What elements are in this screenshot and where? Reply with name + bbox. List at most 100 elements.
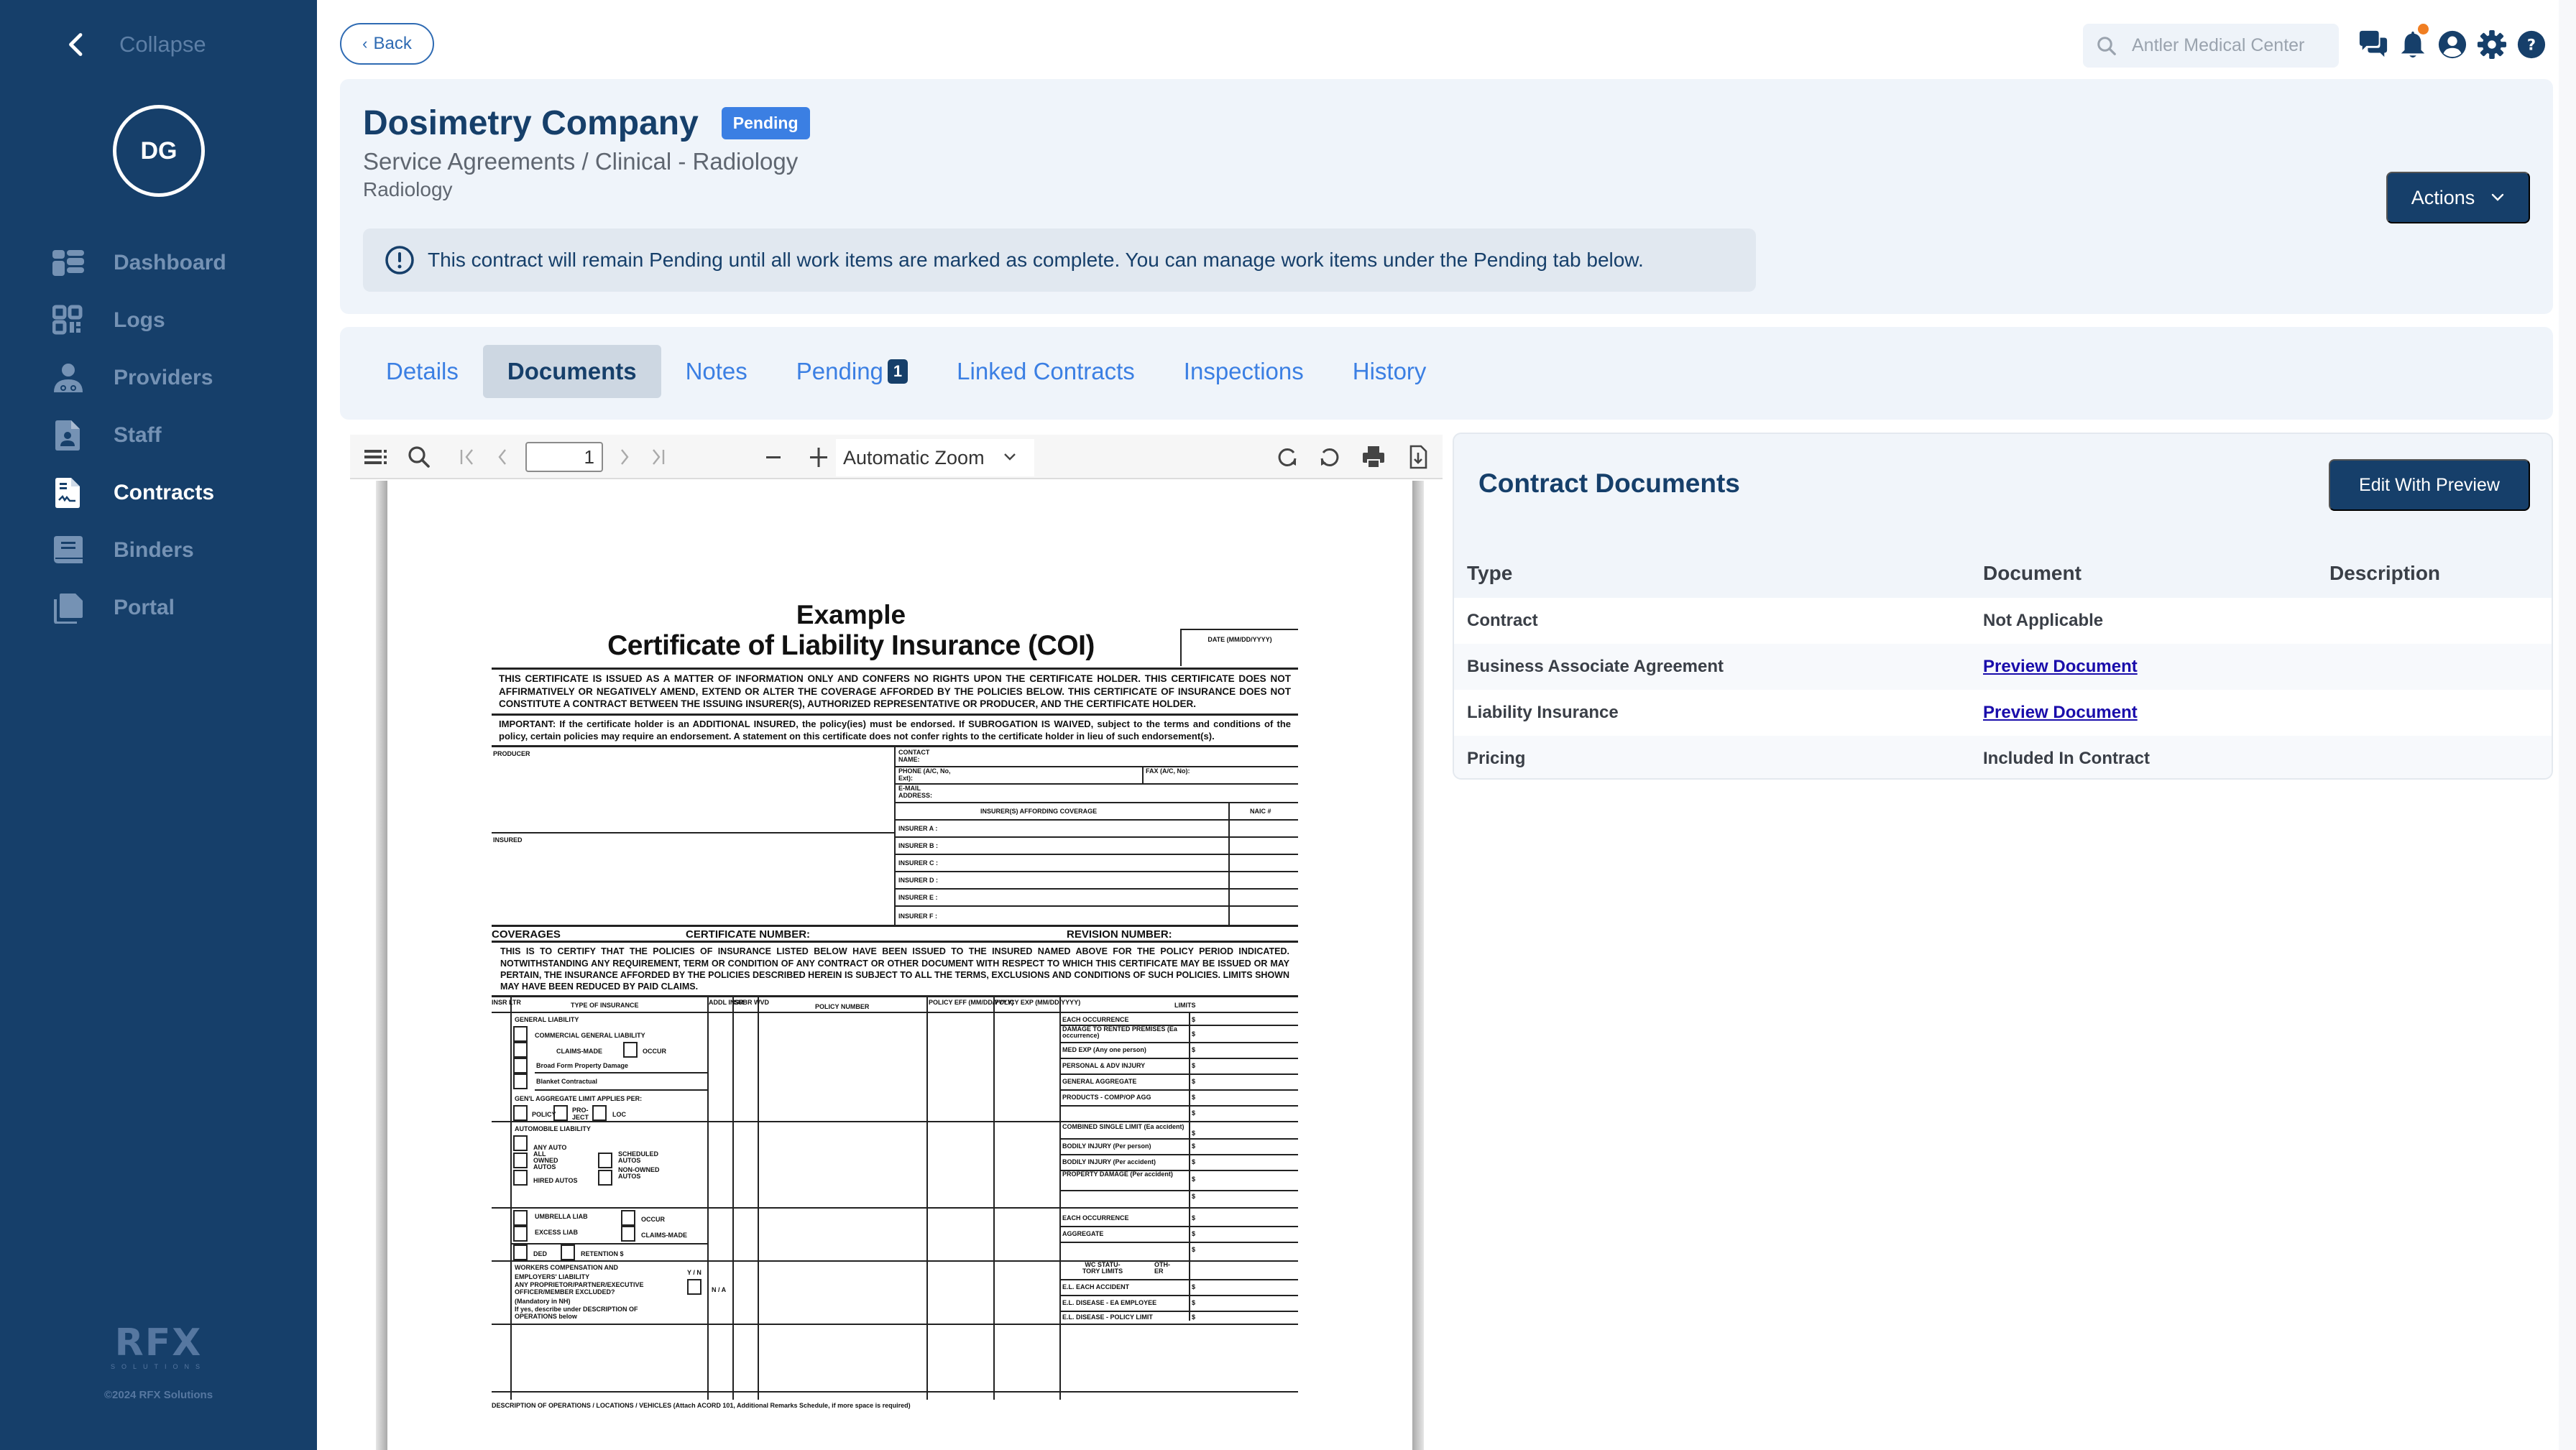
preview-document-link[interactable]: Preview Document [1983, 703, 2138, 722]
sidebar-item-contracts[interactable]: Contracts [52, 464, 310, 522]
user-circle-icon[interactable] [2437, 29, 2468, 60]
edit-with-preview-button[interactable]: Edit With Preview [2329, 459, 2530, 511]
cell-document: Included In Contract [1970, 736, 2317, 778]
tab-linked-contracts[interactable]: Linked Contracts [932, 345, 1159, 398]
coverage-option: RETENTION $ [581, 1250, 624, 1258]
currency-symbol: $ [1192, 1130, 1196, 1137]
binder-icon [52, 534, 85, 567]
tab-pending[interactable]: Pending 1 [772, 345, 932, 398]
sidebar-item-binders[interactable]: Binders [52, 522, 310, 579]
avatar[interactable]: DG [113, 105, 205, 197]
coi-parties: PRODUCER INSURED CONTACT NAME: PHONE (A/… [492, 745, 1298, 928]
chat-icon[interactable] [2358, 29, 2389, 60]
general-liability-label: GENERAL LIABILITY [515, 1016, 579, 1024]
page-title: Dosimetry Company [363, 104, 699, 142]
search-box[interactable] [2083, 24, 2339, 68]
th-policy-exp: POLICY EXP (MM/DD/YYYY) [995, 999, 1081, 1007]
limit-label: COMBINED SINGLE LIMIT (Ea accident) [1062, 1123, 1184, 1131]
rfx-logo-subtitle: SOLUTIONS [110, 1363, 206, 1370]
currency-symbol: $ [1192, 1230, 1196, 1238]
th-limits: LIMITS [1174, 1002, 1196, 1010]
collapse-button[interactable]: Collapse [63, 32, 206, 57]
sidebar-item-dashboard[interactable]: Dashboard [52, 234, 310, 292]
back-label: Back [373, 34, 412, 53]
previous-page-icon[interactable] [489, 444, 515, 470]
mandatory-label: (Mandatory in NH) [515, 1298, 571, 1306]
table-row: Business Associate Agreement Preview Doc… [1454, 644, 2552, 690]
currency-symbol: $ [1192, 1142, 1196, 1150]
first-page-icon[interactable] [455, 444, 481, 470]
currency-symbol: $ [1192, 1299, 1196, 1307]
help-icon[interactable]: ? [2516, 29, 2547, 60]
print-icon[interactable] [1361, 444, 1386, 470]
tabs-bar: Details Documents Notes Pending 1 Linked … [340, 327, 2553, 420]
preview-document-link[interactable]: Preview Document [1983, 657, 2138, 676]
revision-number-label: REVISION NUMBER: [1067, 928, 1172, 941]
coi-certify-text: THIS IS TO CERTIFY THAT THE POLICIES OF … [492, 941, 1298, 995]
th-policy-number: POLICY NUMBER [815, 1003, 870, 1011]
bell-icon[interactable] [2397, 24, 2429, 60]
sidebar-item-logs[interactable]: Logs [52, 292, 310, 349]
next-page-icon[interactable] [612, 444, 638, 470]
tab-label: History [1352, 358, 1427, 384]
na-label: N / A [712, 1286, 727, 1294]
last-page-icon[interactable] [645, 444, 671, 470]
pdf-page-container[interactable]: Example Certificate of Liability Insuran… [350, 481, 1443, 1450]
actions-dropdown-button[interactable]: Actions [2386, 172, 2530, 223]
contract-file-icon [52, 476, 85, 509]
sidebar-nav: Dashboard Logs Providers Staff Contracts… [52, 234, 310, 637]
currency-symbol: $ [1192, 1193, 1196, 1201]
back-button[interactable]: ‹ Back [340, 23, 434, 65]
coverage-option: POLICY [532, 1111, 556, 1119]
coi-important: IMPORTANT: If the certificate holder is … [492, 713, 1298, 746]
description-of-operations-label: DESCRIPTION OF OPERATIONS / LOCATIONS / … [492, 1402, 911, 1410]
sidebar-item-providers[interactable]: Providers [52, 349, 310, 407]
tab-documents[interactable]: Documents [482, 345, 661, 398]
limit-label: E.L. DISEASE - POLICY LIMIT [1062, 1313, 1153, 1321]
cell-document: Not Applicable [1970, 598, 2317, 644]
sidebar-item-portal[interactable]: Portal [52, 579, 310, 637]
search-input[interactable] [2132, 35, 2326, 56]
tab-inspections[interactable]: Inspections [1159, 345, 1328, 398]
contract-documents-title: Contract Documents [1478, 468, 1740, 498]
tab-label: Notes [685, 358, 748, 384]
sidebar-item-staff[interactable]: Staff [52, 407, 310, 464]
limit-label: BODILY INJURY (Per person) [1062, 1142, 1151, 1150]
email-label: E-MAIL ADDRESS: [898, 785, 933, 800]
sidebar-item-label: Portal [114, 596, 175, 619]
zoom-select[interactable]: Automatic Zoom [836, 439, 1034, 476]
insurer-row: INSURER C : [898, 859, 939, 867]
sidebar-toggle-icon[interactable] [363, 444, 389, 470]
download-icon[interactable] [1405, 444, 1431, 470]
sidebar-item-label: Logs [114, 308, 165, 332]
zoom-out-icon[interactable] [760, 444, 786, 470]
alert-circle-icon [385, 246, 414, 274]
currency-symbol: $ [1192, 1078, 1196, 1086]
pending-count-badge: 1 [887, 359, 908, 384]
tab-history[interactable]: History [1328, 345, 1451, 398]
gear-icon[interactable] [2476, 29, 2508, 60]
tab-details[interactable]: Details [362, 345, 483, 398]
page-number-input[interactable] [525, 442, 603, 472]
coverage-option: PRO-JECT [572, 1107, 589, 1122]
search-icon[interactable] [406, 444, 432, 470]
sidebar-item-label: Staff [114, 423, 162, 447]
limit-label: DAMAGE TO RENTED PREMISES (Ea occurrence… [1062, 1025, 1177, 1040]
status-badge: Pending [721, 107, 810, 139]
coverage-option: HIRED AUTOS [533, 1177, 578, 1185]
tab-notes[interactable]: Notes [661, 345, 772, 398]
contract-header: Dosimetry Company Pending Service Agreem… [340, 79, 2553, 314]
rotate-counterclockwise-icon[interactable] [1317, 444, 1343, 470]
currency-symbol: $ [1192, 1016, 1196, 1024]
limit-label: MED EXP (Any one person) [1062, 1046, 1146, 1054]
currency-symbol: $ [1192, 1030, 1196, 1038]
chevron-down-icon [1004, 453, 1016, 461]
subcategory: Radiology [363, 178, 453, 200]
limit-label: PROPERTY DAMAGE (Per accident) [1062, 1170, 1173, 1178]
coverage-option: OCCUR [643, 1048, 666, 1056]
zoom-in-icon[interactable] [806, 444, 832, 470]
page-scrollbar[interactable] [2559, 0, 2576, 1450]
search-icon [2097, 36, 2116, 55]
currency-symbol: $ [1192, 1176, 1196, 1183]
rotate-clockwise-icon[interactable] [1274, 444, 1300, 470]
